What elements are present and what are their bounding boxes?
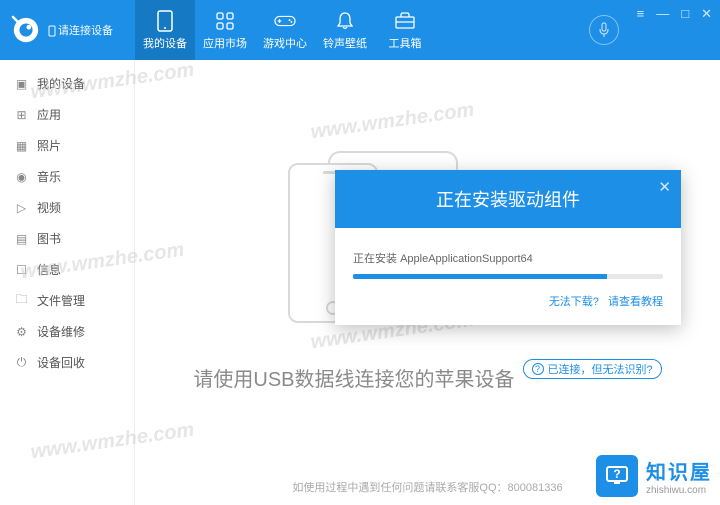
nav-app-market[interactable]: 应用市场 — [195, 0, 255, 60]
video-icon: ▷ — [14, 200, 29, 215]
sidebar-item-label: 我的设备 — [37, 75, 85, 92]
sidebar-item-label: 设备维修 — [37, 323, 85, 340]
nav-label: 应用市场 — [203, 35, 247, 51]
nav-label: 我的设备 — [143, 35, 187, 51]
sidebar-item-recycle[interactable]: ⏻ 设备回收 — [0, 347, 134, 378]
photo-icon: ▦ — [14, 138, 29, 153]
progress-bar-fill — [353, 274, 607, 279]
nav-label: 铃声壁纸 — [323, 35, 367, 51]
wrench-icon: ⚙ — [14, 324, 29, 339]
sidebar-item-label: 信息 — [37, 261, 61, 278]
connect-prompt-text: 请使用USB数据线连接您的苹果设备 — [193, 363, 514, 392]
sidebar-item-label: 应用 — [37, 106, 61, 123]
nav-my-device[interactable]: 我的设备 — [135, 0, 195, 60]
nav-game-center[interactable]: 游戏中心 — [255, 0, 315, 60]
sidebar-item-label: 文件管理 — [37, 292, 85, 309]
connect-prompt: 请连接设备 — [48, 22, 113, 38]
svg-text:?: ? — [613, 467, 620, 481]
cant-download-link[interactable]: 无法下载? — [549, 296, 599, 308]
maximize-icon[interactable]: □ — [681, 6, 689, 21]
dialog-header: 正在安装驱动组件 ✕ — [335, 170, 681, 228]
status-badge[interactable]: ?已连接，但无法识别? — [523, 359, 662, 379]
brand-subtitle: zhishiwu.com — [646, 485, 712, 496]
menu-icon[interactable]: ≡ — [637, 6, 645, 21]
sidebar-item-books[interactable]: ▤ 图书 — [0, 223, 134, 254]
sidebar: ▣ 我的设备 ⊞ 应用 ▦ 照片 ◉ 音乐 ▷ 视频 ▤ 图书 ☐ 信息 🗀 文件管理 ⚙ 设备维… — [0, 60, 135, 505]
app-header: 请连接设备 我的设备 应用市场 游戏中心 铃声壁纸 工具箱 ≡ — □ ✕ — [0, 0, 720, 60]
sidebar-item-apps[interactable]: ⊞ 应用 — [0, 99, 134, 130]
music-icon: ◉ — [14, 169, 29, 184]
sidebar-item-label: 设备回收 — [37, 354, 85, 371]
brand-monitor-icon: ? — [596, 455, 638, 497]
brand-title: 知识屋 — [646, 456, 712, 485]
install-status-text: 正在安装 AppleApplicationSupport64 — [353, 250, 663, 266]
nav-label: 游戏中心 — [263, 35, 307, 51]
footer-support-text: 如使用过程中遇到任何问题请联系客服QQ：800081336 — [292, 479, 562, 495]
folder-icon: 🗀 — [14, 293, 29, 308]
sidebar-item-label: 视频 — [37, 199, 61, 216]
apps-icon — [214, 10, 236, 32]
phone-icon — [154, 10, 176, 32]
progress-bar-track — [353, 274, 663, 279]
dialog-links: 无法下载? 请查看教程 — [353, 293, 663, 309]
window-controls: ≡ — □ ✕ — [629, 0, 720, 60]
top-nav: 我的设备 应用市场 游戏中心 铃声壁纸 工具箱 — [135, 0, 589, 60]
sidebar-item-my-device[interactable]: ▣ 我的设备 — [0, 68, 134, 99]
brand-text: 知识屋 zhishiwu.com — [646, 456, 712, 496]
message-icon: ☐ — [14, 262, 29, 277]
book-icon: ▤ — [14, 231, 29, 246]
sidebar-item-label: 音乐 — [37, 168, 61, 185]
sidebar-item-label: 照片 — [37, 137, 61, 154]
app-logo-icon — [10, 14, 42, 46]
nav-ringtone-wallpaper[interactable]: 铃声壁纸 — [315, 0, 375, 60]
minimize-icon[interactable]: — — [656, 6, 669, 21]
sidebar-item-music[interactable]: ◉ 音乐 — [0, 161, 134, 192]
dialog-close-icon[interactable]: ✕ — [658, 178, 671, 196]
sidebar-item-label: 图书 — [37, 230, 61, 247]
gamepad-icon — [274, 10, 296, 32]
dialog-title: 正在安装驱动组件 — [436, 186, 580, 212]
sidebar-item-messages[interactable]: ☐ 信息 — [0, 254, 134, 285]
toolbox-icon — [394, 10, 416, 32]
power-icon: ⏻ — [14, 355, 29, 370]
sidebar-item-photos[interactable]: ▦ 照片 — [0, 130, 134, 161]
dialog-body: 正在安装 AppleApplicationSupport64 无法下载? 请查看… — [335, 228, 681, 325]
logo-area: 请连接设备 — [0, 0, 135, 60]
brand-badge: ? 知识屋 zhishiwu.com — [596, 455, 712, 497]
apps-icon: ⊞ — [14, 107, 29, 122]
device-icon: ▣ — [14, 76, 29, 91]
tutorial-link[interactable]: 请查看教程 — [608, 296, 663, 308]
close-icon[interactable]: ✕ — [701, 6, 712, 22]
nav-label: 工具箱 — [389, 35, 422, 51]
question-icon: ? — [532, 363, 544, 375]
voice-button[interactable] — [589, 15, 619, 45]
nav-toolbox[interactable]: 工具箱 — [375, 0, 435, 60]
sidebar-item-files[interactable]: 🗀 文件管理 — [0, 285, 134, 316]
sidebar-item-video[interactable]: ▷ 视频 — [0, 192, 134, 223]
install-driver-dialog: 正在安装驱动组件 ✕ 正在安装 AppleApplicationSupport6… — [335, 170, 681, 325]
sidebar-item-repair[interactable]: ⚙ 设备维修 — [0, 316, 134, 347]
bell-icon — [334, 10, 356, 32]
